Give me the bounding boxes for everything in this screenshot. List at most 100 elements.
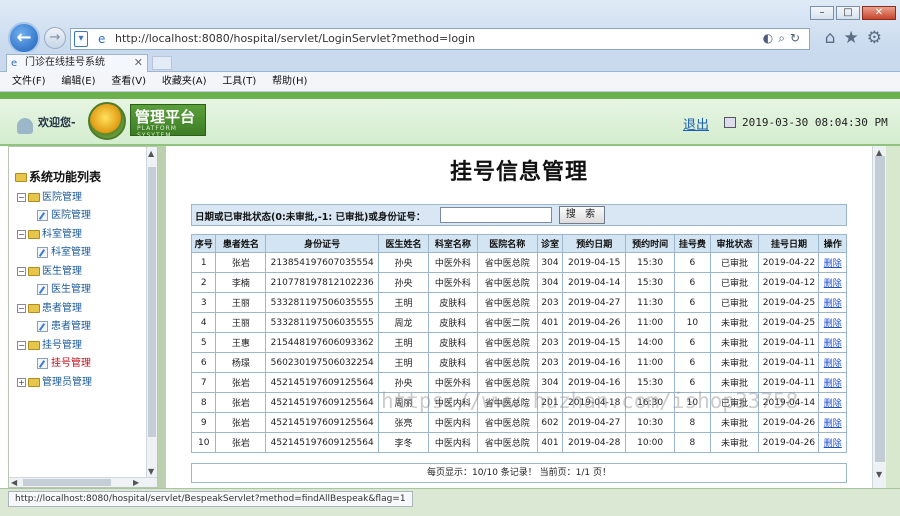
tree-node-label: 医生管理 [42,266,82,277]
back-button[interactable]: ← [8,22,40,54]
collapse-icon[interactable]: − [17,266,26,276]
logout-link[interactable]: 退出 [683,114,709,133]
table-cell: 304 [536,372,564,393]
tree-node-patient[interactable]: − 患者管理 [17,299,82,314]
delete-link[interactable]: 删除 [818,392,847,413]
table-cell: 401 [536,312,564,333]
tab-title: 门诊在线挂号系统 [25,57,105,68]
home-icon[interactable]: ⌂ [825,28,844,48]
search-icon[interactable]: ⌕ [778,31,790,45]
frame-divider[interactable] [158,146,166,488]
table-cell: 省中医总院 [476,332,538,353]
collapse-icon[interactable]: − [17,229,26,239]
delete-link[interactable]: 删除 [818,372,847,393]
tree-node-department[interactable]: − 科室管理 [17,225,82,240]
new-tab-button[interactable] [152,56,172,70]
favorites-star-icon[interactable]: ★ [844,28,867,48]
folder-open-icon [28,340,40,350]
table-cell: 8 [190,392,217,413]
folder-open-icon [28,266,40,276]
table-cell: 533281197506035555 [265,312,380,333]
scroll-right-icon[interactable]: ▶ [133,478,139,487]
forward-button[interactable]: → [44,27,66,49]
delete-link[interactable]: 删除 [818,352,847,373]
table-cell: 16:30 [625,392,676,413]
sidebar-vertical-scrollbar[interactable]: ▲ ▼ [146,147,157,479]
delete-link[interactable]: 删除 [818,272,847,293]
tree-node-admin[interactable]: + 管理员管理 [17,373,92,388]
table-cell: 已审批 [709,292,760,313]
edit-page-icon [37,357,48,369]
table-cell: 304 [536,272,564,293]
tree-leaf-registration[interactable]: 挂号管理 [37,354,91,369]
delete-link[interactable]: 删除 [818,292,847,313]
scroll-down-icon[interactable]: ▼ [876,470,882,479]
maximize-button[interactable]: □ [836,6,860,20]
table-cell: 已审批 [709,252,760,273]
table-cell: 孙央 [378,372,429,393]
delete-link[interactable]: 删除 [818,312,847,333]
column-header: 医院名称 [476,234,538,253]
tree-leaf-patient[interactable]: 患者管理 [37,317,91,332]
tree-node-hospital[interactable]: − 医院管理 [17,188,82,203]
column-header: 序号 [190,234,217,253]
table-cell: 皮肤科 [427,292,478,313]
close-window-button[interactable]: ✕ [862,6,896,20]
window-controls: – □ ✕ [810,6,896,20]
main-scroll-thumb[interactable] [875,156,885,462]
table-cell: 省中医总院 [476,432,538,453]
table-cell: 210778197812102236 [265,272,380,293]
table-cell: 2019-04-28 [562,432,627,453]
browser-tab[interactable]: e 门诊在线挂号系统 ✕ [6,54,148,72]
menu-tools[interactable]: 工具(T) [222,72,256,91]
tree-leaf-hospital[interactable]: 医院管理 [37,206,91,221]
menu-help[interactable]: 帮助(H) [272,72,307,91]
table-cell: 张岩 [215,372,267,393]
menu-view[interactable]: 查看(V) [111,72,146,91]
tab-close-icon[interactable]: ✕ [134,55,143,71]
tree-leaf-doctor[interactable]: 医生管理 [37,280,91,295]
address-bar[interactable]: ▾ e http://localhost:8080/hospital/servl… [70,28,810,50]
minimize-button[interactable]: – [810,6,834,20]
compat-icon[interactable]: ◐ [763,31,778,45]
scroll-up-icon[interactable]: ▲ [148,149,154,158]
table-cell: 省中医总院 [476,372,538,393]
table-cell: 2019-04-14 [562,272,627,293]
delete-link[interactable]: 删除 [818,332,847,353]
ie-page-icon: e [98,32,106,46]
delete-link[interactable]: 删除 [818,252,847,273]
table-cell: 2019-04-12 [758,272,820,293]
address-url[interactable]: http://localhost:8080/hospital/servlet/L… [115,32,475,45]
table-cell: 10 [674,392,711,413]
search-input[interactable] [440,207,552,223]
delete-link[interactable]: 删除 [818,432,847,453]
menu-favorites[interactable]: 收藏夹(A) [162,72,207,91]
table-cell: 3 [190,292,217,313]
table-cell: 杨璟 [215,352,267,373]
collapse-icon[interactable]: − [17,192,26,202]
table-cell: 10:00 [625,432,676,453]
sidebar-hscroll-thumb[interactable] [23,479,111,486]
expand-icon[interactable]: + [17,377,26,387]
table-cell: 2019-04-26 [758,432,820,453]
main-vertical-scrollbar[interactable]: ▲ ▼ [872,146,886,488]
tree-node-doctor[interactable]: − 医生管理 [17,262,82,277]
collapse-icon[interactable]: − [17,303,26,313]
sidebar-horizontal-scrollbar[interactable]: ◀ ▶ [9,477,157,487]
scroll-left-icon[interactable]: ◀ [11,478,17,487]
collapse-icon[interactable]: − [17,340,26,350]
tree-leaf-department[interactable]: 科室管理 [37,243,91,258]
tree-node-registration[interactable]: − 挂号管理 [17,336,82,351]
column-header: 患者姓名 [215,234,267,253]
search-button[interactable]: 搜 索 [559,206,605,224]
table-row: 6 杨璟 560230197506032254 王明 皮肤科 省中医总院 203 2019-0… [190,352,847,373]
menu-edit[interactable]: 编辑(E) [61,72,95,91]
scroll-down-icon[interactable]: ▼ [148,467,154,476]
table-cell: 省中医总院 [476,292,538,313]
sidebar-scroll-thumb[interactable] [148,167,156,437]
refresh-icon[interactable]: ↻ [790,31,805,45]
compat-view-icon[interactable]: ▾ [74,31,88,47]
gear-icon[interactable]: ⚙ [867,28,890,48]
delete-link[interactable]: 删除 [818,412,847,433]
menu-file[interactable]: 文件(F) [12,72,46,91]
